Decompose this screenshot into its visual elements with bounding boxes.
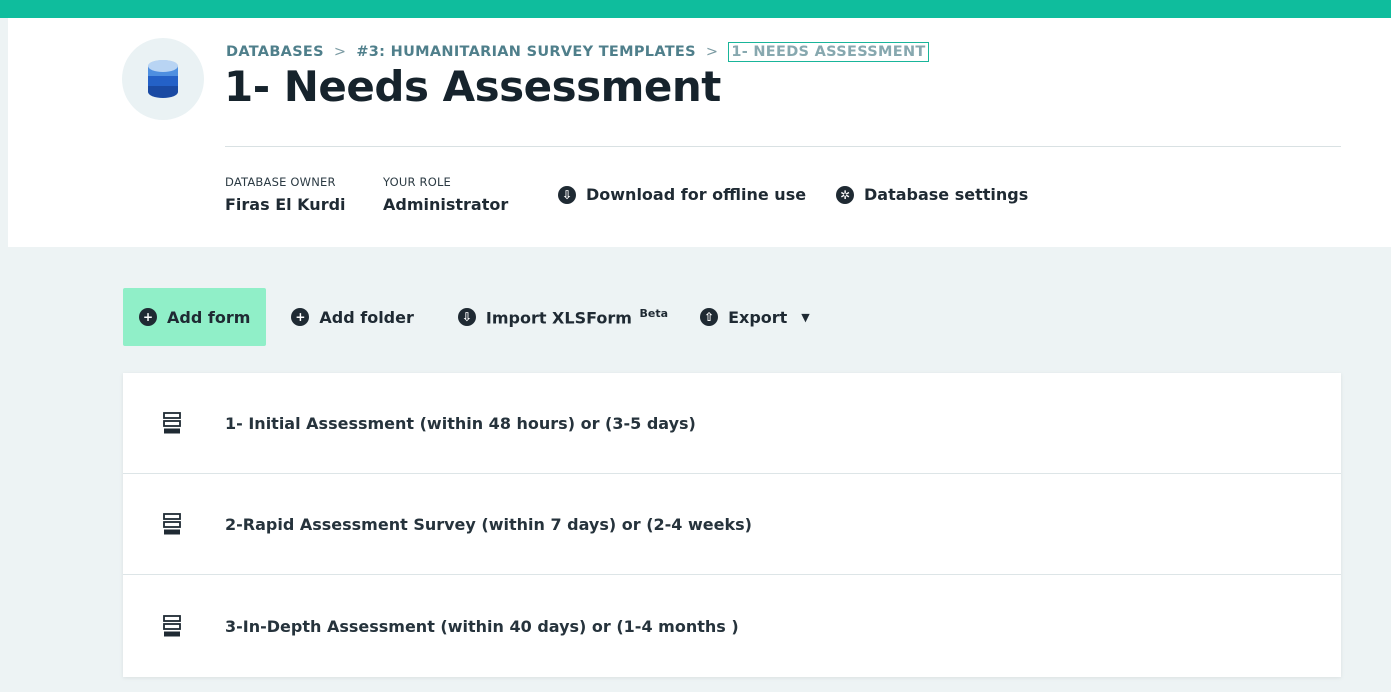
- import-xlsform-label: Import XLSForm Beta: [486, 307, 668, 327]
- role-label: YOUR ROLE: [383, 175, 452, 189]
- database-icon: [148, 60, 178, 98]
- form-icon: [163, 412, 181, 434]
- add-form-label: Add form: [167, 307, 251, 327]
- role-value: Administrator: [383, 195, 509, 214]
- gear-icon: ✲: [836, 185, 854, 204]
- toolbar: + Add form + Add folder ⇩ Import XLSForm…: [123, 288, 826, 346]
- form-label: 2-Rapid Assessment Survey (within 7 days…: [225, 514, 752, 534]
- export-button[interactable]: ⇧ Export ▼: [684, 288, 826, 346]
- database-settings-button[interactable]: ✲ Database settings: [836, 185, 1028, 204]
- database-settings-label: Database settings: [864, 185, 1029, 204]
- database-header: DATABASES > #3: HUMANITARIAN SURVEY TEMP…: [8, 18, 1391, 247]
- top-accent-bar: [0, 0, 1391, 18]
- import-icon: ⇩: [457, 308, 476, 326]
- form-label: 3-In-Depth Assessment (within 40 days) o…: [225, 616, 739, 636]
- download-offline-button[interactable]: ⇩ Download for offline use: [558, 185, 806, 204]
- plus-circle-icon: +: [139, 308, 157, 326]
- export-icon: ⇧: [700, 308, 719, 326]
- form-icon: [163, 615, 181, 637]
- import-label-text: Import XLSForm: [485, 308, 632, 328]
- caret-down-icon: ▼: [801, 310, 810, 324]
- add-form-button[interactable]: + Add form: [123, 288, 267, 346]
- download-offline-label: Download for offline use: [586, 185, 807, 204]
- breadcrumb-database[interactable]: #3: HUMANITARIAN SURVEY TEMPLATES: [356, 44, 696, 60]
- form-icon: [163, 513, 181, 535]
- form-row[interactable]: 1- Initial Assessment (within 48 hours) …: [123, 373, 1341, 474]
- user-role: YOUR ROLE Administrator: [383, 175, 508, 214]
- add-folder-button[interactable]: + Add folder: [275, 288, 430, 346]
- form-list: 1- Initial Assessment (within 48 hours) …: [123, 373, 1341, 677]
- breadcrumb: DATABASES > #3: HUMANITARIAN SURVEY TEMP…: [226, 42, 929, 62]
- database-owner: DATABASE OWNER Firas El Kurdi: [225, 175, 346, 214]
- add-folder-label: Add folder: [319, 307, 414, 327]
- page-title: 1- Needs Assessment: [224, 62, 721, 111]
- plus-circle-icon: +: [291, 308, 310, 326]
- owner-value: Firas El Kurdi: [225, 195, 346, 214]
- owner-label: DATABASE OWNER: [225, 175, 336, 189]
- database-avatar: [122, 38, 204, 120]
- import-xlsform-button[interactable]: ⇩ Import XLSForm Beta: [442, 288, 684, 346]
- download-icon: ⇩: [558, 185, 576, 204]
- breadcrumb-databases[interactable]: DATABASES: [226, 44, 324, 60]
- beta-badge: Beta: [639, 306, 669, 320]
- form-label: 1- Initial Assessment (within 48 hours) …: [225, 413, 696, 433]
- breadcrumb-separator: >: [705, 44, 719, 60]
- breadcrumb-separator: >: [333, 44, 347, 60]
- export-label: Export: [728, 307, 788, 327]
- form-row[interactable]: 3-In-Depth Assessment (within 40 days) o…: [123, 575, 1341, 677]
- form-row[interactable]: 2-Rapid Assessment Survey (within 7 days…: [123, 474, 1341, 575]
- breadcrumb-current[interactable]: 1- NEEDS ASSESSMENT: [728, 42, 929, 62]
- header-divider: [225, 146, 1341, 147]
